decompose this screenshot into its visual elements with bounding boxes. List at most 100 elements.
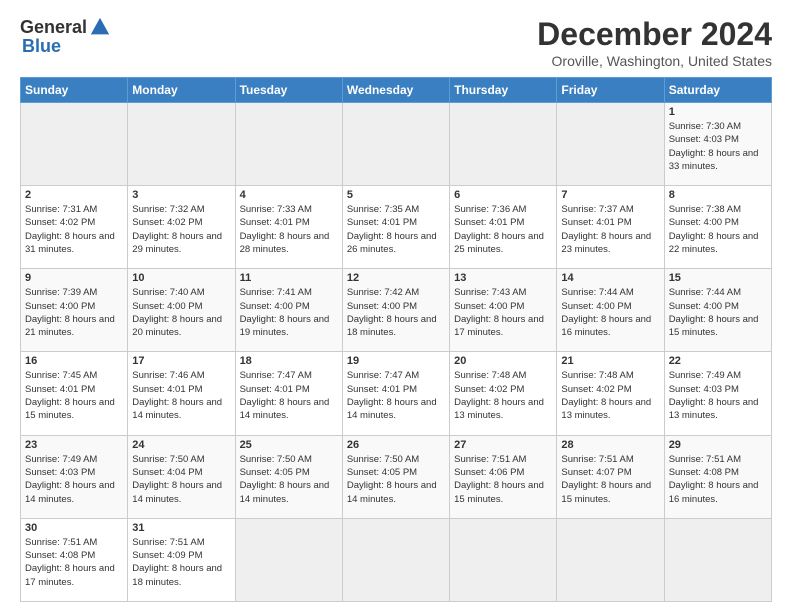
day-number: 6 bbox=[454, 189, 552, 201]
col-tuesday: Tuesday bbox=[235, 78, 342, 103]
calendar-cell: 4 Sunrise: 7:33 AMSunset: 4:01 PMDaylight… bbox=[235, 186, 342, 269]
day-detail: Sunrise: 7:43 AMSunset: 4:00 PMDaylight:… bbox=[454, 286, 552, 339]
day-number: 16 bbox=[25, 355, 123, 367]
day-number: 23 bbox=[25, 439, 123, 451]
calendar-cell: 2Sunrise: 7:31 AMSunset: 4:02 PMDaylight… bbox=[21, 186, 128, 269]
calendar-cell bbox=[128, 103, 235, 186]
day-number: 12 bbox=[347, 272, 445, 284]
calendar: Sunday Monday Tuesday Wednesday Thursday… bbox=[20, 77, 772, 602]
calendar-cell: 25Sunrise: 7:50 AMSunset: 4:05 PMDayligh… bbox=[235, 435, 342, 518]
calendar-table: Sunday Monday Tuesday Wednesday Thursday… bbox=[20, 77, 772, 602]
calendar-cell: 29 Sunrise: 7:51 AMSunset: 4:08 PMDayligh… bbox=[664, 435, 771, 518]
day-number: 22 bbox=[669, 355, 767, 367]
day-number: 28 bbox=[561, 439, 659, 451]
day-number: 13 bbox=[454, 272, 552, 284]
calendar-cell: 7 Sunrise: 7:37 AMSunset: 4:01 PMDaylight… bbox=[557, 186, 664, 269]
page: General Blue December 2024 Oroville, Was… bbox=[0, 0, 792, 612]
calendar-cell: 6 Sunrise: 7:36 AMSunset: 4:01 PMDaylight… bbox=[450, 186, 557, 269]
calendar-week-row: 16Sunrise: 7:45 AMSunset: 4:01 PMDayligh… bbox=[21, 352, 772, 435]
col-monday: Monday bbox=[128, 78, 235, 103]
day-detail: Sunrise: 7:38 AMSunset: 4:00 PMDaylight:… bbox=[669, 203, 767, 256]
day-detail: Sunrise: 7:46 AMSunset: 4:01 PMDaylight:… bbox=[132, 369, 230, 422]
logo-general: General bbox=[20, 17, 87, 38]
logo: General Blue bbox=[20, 16, 111, 57]
day-detail: Sunrise: 7:47 AMSunset: 4:01 PMDaylight:… bbox=[240, 369, 338, 422]
calendar-cell bbox=[557, 103, 664, 186]
calendar-cell bbox=[664, 518, 771, 601]
day-detail: Sunrise: 7:51 AMSunset: 4:06 PMDaylight:… bbox=[454, 453, 552, 506]
logo-icon bbox=[89, 16, 111, 38]
calendar-cell: 3Sunrise: 7:32 AMSunset: 4:02 PMDaylight… bbox=[128, 186, 235, 269]
day-detail: Sunrise: 7:51 AMSunset: 4:08 PMDaylight:… bbox=[669, 453, 767, 506]
day-number: 21 bbox=[561, 355, 659, 367]
calendar-cell: 27 Sunrise: 7:51 AMSunset: 4:06 PMDayligh… bbox=[450, 435, 557, 518]
calendar-cell: 28Sunrise: 7:51 AMSunset: 4:07 PMDayligh… bbox=[557, 435, 664, 518]
calendar-week-row: 30 Sunrise: 7:51 AMSunset: 4:08 PMDayligh… bbox=[21, 518, 772, 601]
day-number: 24 bbox=[132, 439, 230, 451]
day-detail: Sunrise: 7:49 AMSunset: 4:03 PMDaylight:… bbox=[669, 369, 767, 422]
calendar-cell: 23 Sunrise: 7:49 AMSunset: 4:03 PMDayligh… bbox=[21, 435, 128, 518]
day-detail: Sunrise: 7:50 AMSunset: 4:04 PMDaylight:… bbox=[132, 453, 230, 506]
calendar-cell: 18 Sunrise: 7:47 AMSunset: 4:01 PMDayligh… bbox=[235, 352, 342, 435]
calendar-cell bbox=[450, 103, 557, 186]
day-number: 9 bbox=[25, 272, 123, 284]
day-detail: Sunrise: 7:44 AMSunset: 4:00 PMDaylight:… bbox=[669, 286, 767, 339]
day-number: 20 bbox=[454, 355, 552, 367]
day-number: 30 bbox=[25, 522, 123, 534]
day-detail: Sunrise: 7:41 AMSunset: 4:00 PMDaylight:… bbox=[240, 286, 338, 339]
calendar-cell: 26 Sunrise: 7:50 AMSunset: 4:05 PMDayligh… bbox=[342, 435, 449, 518]
calendar-cell bbox=[342, 103, 449, 186]
day-number: 19 bbox=[347, 355, 445, 367]
day-number: 26 bbox=[347, 439, 445, 451]
location: Oroville, Washington, United States bbox=[537, 53, 772, 69]
calendar-cell bbox=[21, 103, 128, 186]
day-number: 5 bbox=[347, 189, 445, 201]
day-detail: Sunrise: 7:42 AMSunset: 4:00 PMDaylight:… bbox=[347, 286, 445, 339]
day-detail: Sunrise: 7:51 AMSunset: 4:09 PMDaylight:… bbox=[132, 536, 230, 589]
day-detail: Sunrise: 7:39 AMSunset: 4:00 PMDaylight:… bbox=[25, 286, 123, 339]
day-number: 4 bbox=[240, 189, 338, 201]
calendar-cell: 13 Sunrise: 7:43 AMSunset: 4:00 PMDayligh… bbox=[450, 269, 557, 352]
day-detail: Sunrise: 7:49 AMSunset: 4:03 PMDaylight:… bbox=[25, 453, 123, 506]
col-wednesday: Wednesday bbox=[342, 78, 449, 103]
day-detail: Sunrise: 7:51 AMSunset: 4:08 PMDaylight:… bbox=[25, 536, 123, 589]
day-detail: Sunrise: 7:36 AMSunset: 4:01 PMDaylight:… bbox=[454, 203, 552, 256]
calendar-header: Sunday Monday Tuesday Wednesday Thursday… bbox=[21, 78, 772, 103]
calendar-cell: 21 Sunrise: 7:48 AMSunset: 4:02 PMDayligh… bbox=[557, 352, 664, 435]
day-detail: Sunrise: 7:50 AMSunset: 4:05 PMDaylight:… bbox=[347, 453, 445, 506]
day-detail: Sunrise: 7:40 AMSunset: 4:00 PMDaylight:… bbox=[132, 286, 230, 339]
calendar-week-row: 2Sunrise: 7:31 AMSunset: 4:02 PMDaylight… bbox=[21, 186, 772, 269]
day-number: 18 bbox=[240, 355, 338, 367]
day-detail: Sunrise: 7:33 AMSunset: 4:01 PMDaylight:… bbox=[240, 203, 338, 256]
calendar-cell: 12 Sunrise: 7:42 AMSunset: 4:00 PMDayligh… bbox=[342, 269, 449, 352]
title-area: December 2024 Oroville, Washington, Unit… bbox=[537, 16, 772, 69]
calendar-cell: 9 Sunrise: 7:39 AMSunset: 4:00 PMDaylight… bbox=[21, 269, 128, 352]
calendar-cell: 17 Sunrise: 7:46 AMSunset: 4:01 PMDayligh… bbox=[128, 352, 235, 435]
day-number: 1 bbox=[669, 106, 767, 118]
calendar-cell: 22 Sunrise: 7:49 AMSunset: 4:03 PMDayligh… bbox=[664, 352, 771, 435]
day-number: 15 bbox=[669, 272, 767, 284]
calendar-cell bbox=[235, 518, 342, 601]
day-detail: Sunrise: 7:48 AMSunset: 4:02 PMDaylight:… bbox=[454, 369, 552, 422]
day-number: 17 bbox=[132, 355, 230, 367]
day-number: 10 bbox=[132, 272, 230, 284]
calendar-cell: 5 Sunrise: 7:35 AMSunset: 4:01 PMDaylight… bbox=[342, 186, 449, 269]
day-number: 27 bbox=[454, 439, 552, 451]
day-number: 11 bbox=[240, 272, 338, 284]
day-number: 29 bbox=[669, 439, 767, 451]
header: General Blue December 2024 Oroville, Was… bbox=[20, 16, 772, 69]
day-detail: Sunrise: 7:48 AMSunset: 4:02 PMDaylight:… bbox=[561, 369, 659, 422]
col-saturday: Saturday bbox=[664, 78, 771, 103]
calendar-cell: 19Sunrise: 7:47 AMSunset: 4:01 PMDayligh… bbox=[342, 352, 449, 435]
logo-blue-text: Blue bbox=[22, 36, 61, 57]
day-number: 25 bbox=[240, 439, 338, 451]
col-friday: Friday bbox=[557, 78, 664, 103]
day-number: 7 bbox=[561, 189, 659, 201]
day-detail: Sunrise: 7:35 AMSunset: 4:01 PMDaylight:… bbox=[347, 203, 445, 256]
day-detail: Sunrise: 7:37 AMSunset: 4:01 PMDaylight:… bbox=[561, 203, 659, 256]
calendar-cell: 20 Sunrise: 7:48 AMSunset: 4:02 PMDayligh… bbox=[450, 352, 557, 435]
calendar-cell: 15 Sunrise: 7:44 AMSunset: 4:00 PMDayligh… bbox=[664, 269, 771, 352]
calendar-cell: 1Sunrise: 7:30 AMSunset: 4:03 PMDaylight… bbox=[664, 103, 771, 186]
day-number: 2 bbox=[25, 189, 123, 201]
logo-text: General bbox=[20, 16, 111, 38]
